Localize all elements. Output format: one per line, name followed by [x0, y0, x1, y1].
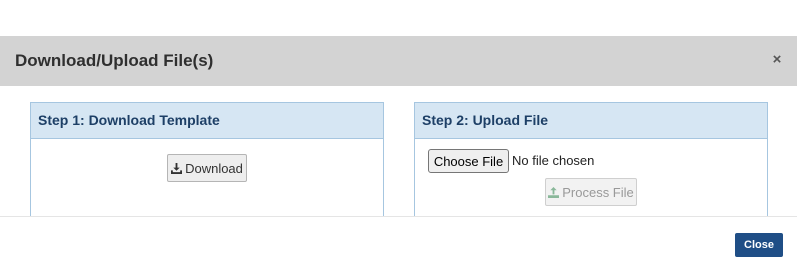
- close-button[interactable]: Close: [735, 233, 783, 257]
- step2-heading: Step 2: Upload File: [415, 103, 767, 139]
- close-icon[interactable]: ×: [771, 52, 783, 67]
- choose-file-button[interactable]: Choose File: [428, 149, 509, 173]
- step1-panel: Step 1: Download Template Download: [30, 102, 384, 217]
- modal-title: Download/Upload File(s): [15, 51, 214, 70]
- file-status-text: No file chosen: [512, 153, 595, 168]
- modal-header: Download/Upload File(s) ×: [0, 36, 797, 86]
- step2-panel: Step 2: Upload File Choose File No file …: [414, 102, 768, 217]
- process-file-button[interactable]: Process File: [545, 178, 637, 206]
- upload-icon: [548, 186, 560, 198]
- process-file-label: Process File: [562, 184, 634, 200]
- footer-divider: [0, 216, 797, 217]
- download-icon: [171, 162, 183, 174]
- step1-heading: Step 1: Download Template: [31, 103, 383, 139]
- download-button[interactable]: Download: [167, 154, 247, 182]
- download-button-label: Download: [185, 160, 243, 176]
